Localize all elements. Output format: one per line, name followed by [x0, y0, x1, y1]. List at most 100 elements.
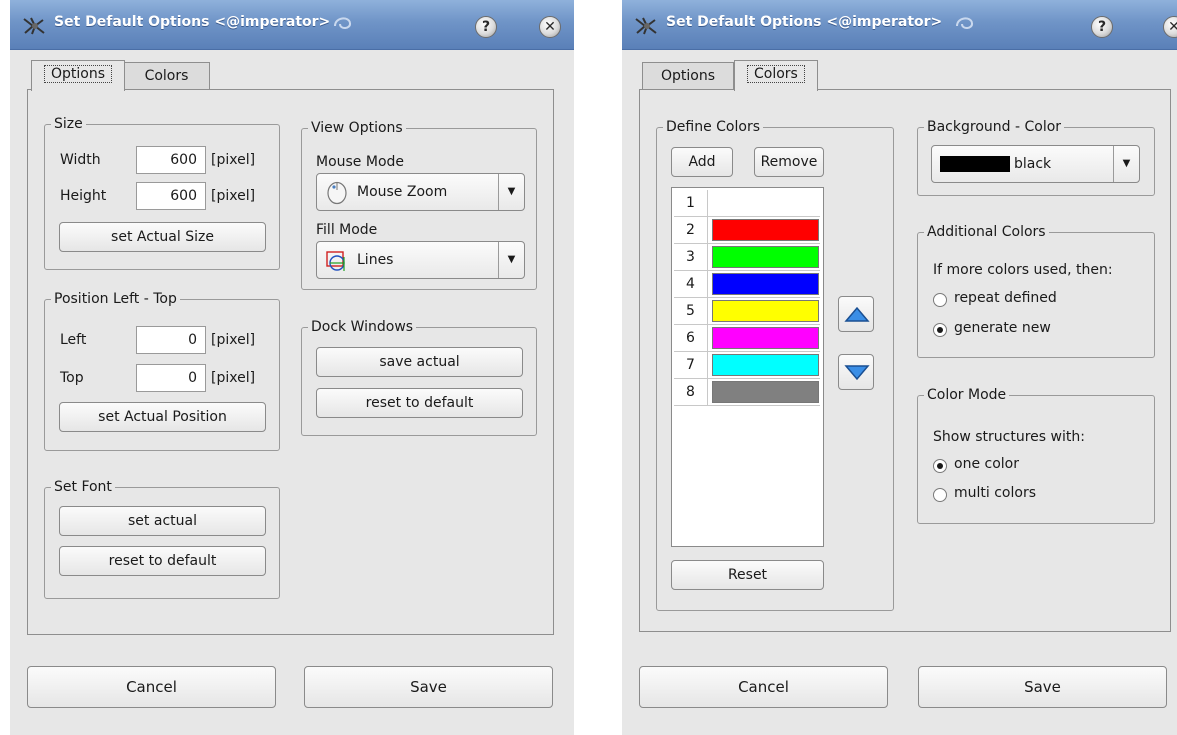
tab-colors[interactable]: Colors	[734, 60, 818, 91]
background-color-value: black	[1014, 156, 1052, 172]
remove-color-button[interactable]: Remove	[754, 147, 824, 177]
left-label: Left	[60, 332, 87, 348]
window-title: Set Default Options <@imperator>	[54, 14, 331, 30]
save-button[interactable]: Save	[304, 666, 553, 708]
color-swatch[interactable]	[712, 192, 819, 214]
tab-colors[interactable]: Colors	[123, 62, 210, 90]
color-index: 1	[674, 190, 708, 216]
close-button[interactable]: ✕	[1163, 16, 1177, 38]
define-colors-legend: Define Colors	[666, 119, 760, 135]
cancel-button[interactable]: Cancel	[27, 666, 276, 708]
top-label: Top	[60, 370, 84, 386]
colors-dialog: Set Default Options <@imperator> ? ✕ Opt…	[622, 0, 1177, 735]
color-swatch[interactable]	[712, 381, 819, 403]
mouse-icon	[327, 181, 347, 205]
set-actual-size-button[interactable]: set Actual Size	[59, 222, 266, 252]
additional-colors-prompt: If more colors used, then:	[933, 262, 1113, 278]
repeat-defined-label[interactable]: repeat defined	[954, 290, 1057, 306]
set-actual-position-button[interactable]: set Actual Position	[59, 402, 266, 432]
color-list-item[interactable]: 3	[674, 244, 820, 271]
color-mode-group: Color Mode	[917, 387, 1155, 524]
arrow-down-icon	[844, 365, 870, 381]
window-title: Set Default Options <@imperator>	[666, 14, 943, 30]
color-swatch[interactable]	[712, 300, 819, 322]
mouse-mode-label: Mouse Mode	[316, 154, 405, 170]
tab-options[interactable]: Options	[642, 62, 734, 90]
color-list-item[interactable]: 5	[674, 298, 820, 325]
options-pane: Size Width 600 [pixel] Height 600 [pixel…	[27, 89, 554, 635]
multi-colors-radio[interactable]	[933, 488, 947, 502]
top-input[interactable]: 0	[136, 364, 206, 392]
position-legend: Position Left - Top	[54, 291, 177, 307]
color-list-item[interactable]: 1	[674, 190, 820, 217]
background-color-select[interactable]: black ▼	[931, 145, 1140, 183]
font-reset-button[interactable]: reset to default	[59, 546, 266, 576]
tab-options[interactable]: Options	[31, 60, 126, 91]
color-index: 3	[674, 244, 708, 270]
fill-mode-label: Fill Mode	[316, 222, 378, 238]
chevron-down-icon: ▼	[498, 174, 524, 210]
color-index: 2	[674, 217, 708, 243]
title-bar[interactable]: Set Default Options <@imperator> ? ✕	[10, 0, 574, 50]
tab-colors-label: Colors	[747, 65, 805, 83]
move-up-button[interactable]	[838, 296, 874, 332]
fill-mode-select[interactable]: Lines ▼	[316, 241, 525, 279]
arrow-up-icon	[844, 306, 870, 322]
tab-options-label: Options	[44, 65, 113, 83]
height-input[interactable]: 600	[136, 182, 206, 210]
color-swatch[interactable]	[712, 246, 819, 268]
height-unit: [pixel]	[211, 188, 256, 204]
color-swatch[interactable]	[712, 219, 819, 241]
move-down-button[interactable]	[838, 354, 874, 390]
help-button[interactable]: ?	[1091, 16, 1113, 38]
dock-save-button[interactable]: save actual	[316, 347, 523, 377]
color-list-item[interactable]: 8	[674, 379, 820, 406]
font-group: Set Font	[44, 479, 280, 599]
save-button[interactable]: Save	[918, 666, 1167, 708]
width-input[interactable]: 600	[136, 146, 206, 174]
left-input[interactable]: 0	[136, 326, 206, 354]
multi-colors-label[interactable]: multi colors	[954, 485, 1036, 501]
top-unit: [pixel]	[211, 370, 256, 386]
chevron-down-icon: ▼	[1113, 146, 1139, 182]
color-mode-legend: Color Mode	[927, 387, 1007, 403]
left-unit: [pixel]	[211, 332, 256, 348]
options-dialog: Set Default Options <@imperator> ? ✕ Opt…	[10, 0, 574, 735]
color-list-item[interactable]: 7	[674, 352, 820, 379]
color-index: 4	[674, 271, 708, 297]
color-list[interactable]: 12345678	[671, 187, 824, 547]
fill-lines-icon	[326, 251, 345, 271]
color-index: 8	[674, 379, 708, 405]
color-swatch[interactable]	[712, 327, 819, 349]
color-list-item[interactable]: 6	[674, 325, 820, 352]
cancel-button[interactable]: Cancel	[639, 666, 888, 708]
generate-new-radio[interactable]	[933, 323, 947, 337]
mouse-mode-value: Mouse Zoom	[357, 184, 448, 200]
color-swatch[interactable]	[712, 273, 819, 295]
title-bar[interactable]: Set Default Options <@imperator> ? ✕	[622, 0, 1177, 50]
one-color-radio[interactable]	[933, 459, 947, 473]
tab-colors-label: Colors	[144, 68, 189, 84]
mouse-mode-select[interactable]: Mouse Zoom ▼	[316, 173, 525, 211]
color-list-item[interactable]: 4	[674, 271, 820, 298]
app-icon	[635, 17, 657, 35]
dock-reset-button[interactable]: reset to default	[316, 388, 523, 418]
app-icon	[23, 17, 45, 35]
repeat-defined-radio[interactable]	[933, 293, 947, 307]
swirl-icon	[334, 17, 352, 29]
color-swatch[interactable]	[712, 354, 819, 376]
height-label: Height	[60, 188, 107, 204]
tab-options-label: Options	[660, 68, 716, 84]
help-button[interactable]: ?	[475, 16, 497, 38]
color-list-item[interactable]: 2	[674, 217, 820, 244]
color-index: 6	[674, 325, 708, 351]
close-button[interactable]: ✕	[539, 16, 561, 38]
generate-new-label[interactable]: generate new	[954, 320, 1051, 336]
color-mode-prompt: Show structures with:	[933, 429, 1085, 445]
background-color-swatch	[940, 156, 1010, 172]
one-color-label[interactable]: one color	[954, 456, 1019, 472]
font-set-actual-button[interactable]: set actual	[59, 506, 266, 536]
reset-colors-button[interactable]: Reset	[671, 560, 824, 590]
add-color-button[interactable]: Add	[671, 147, 733, 177]
size-legend: Size	[54, 116, 83, 132]
